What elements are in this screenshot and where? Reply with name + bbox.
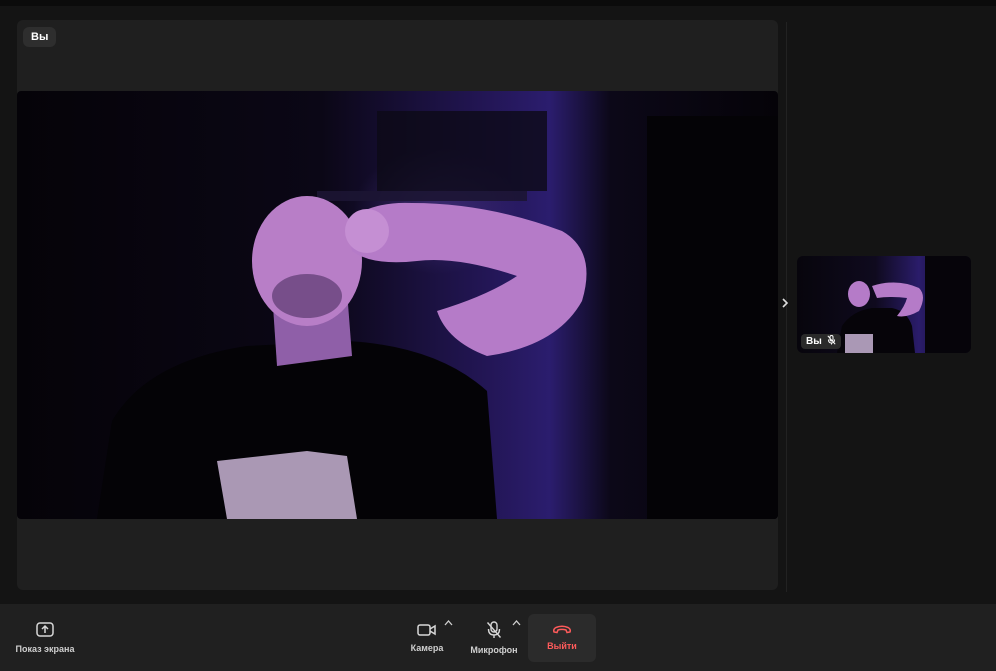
self-view-thumbnail[interactable]: Вы [797,256,971,353]
camera-icon [417,623,437,637]
participant-name-badge: Вы [23,27,57,47]
microphone-label: Микрофон [470,645,518,655]
camera-label: Камера [410,643,444,653]
camera-options-caret-icon[interactable] [444,618,453,629]
main-video-tile: Вы [17,20,778,590]
share-screen-label: Показ экрана [15,644,75,654]
video-frame [97,111,778,519]
microphone-off-icon [827,335,836,348]
share-screen-button[interactable]: Показ экрана [10,614,80,662]
camera-video-feed [17,91,778,519]
leave-label: Выйти [547,641,577,651]
microphone-options-caret-icon[interactable] [512,618,521,629]
upload-screen-icon [36,622,54,638]
phone-hangup-icon [552,625,572,635]
top-bar [0,0,996,6]
microphone-off-icon [486,621,502,639]
call-toolbar: Показ экрана Камера Микрофон Выйти [0,604,996,671]
thumbnail-name-label: Вы [806,336,822,347]
thumbnail-name-badge: Вы [801,334,841,349]
leave-call-button[interactable]: Выйти [528,614,596,662]
chevron-right-icon[interactable] [781,297,789,311]
